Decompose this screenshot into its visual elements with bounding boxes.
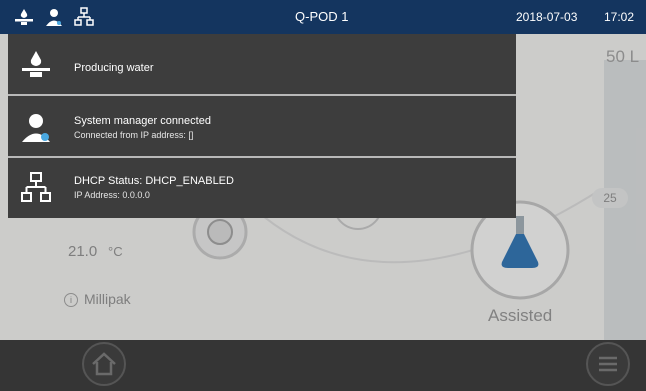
notification-dropdown: Producing water System manager connected… bbox=[8, 34, 516, 218]
user-icon[interactable] bbox=[44, 7, 64, 27]
notification-item-manager[interactable]: System manager connected Connected from … bbox=[8, 98, 516, 158]
menu-icon bbox=[599, 356, 617, 372]
status-icons bbox=[14, 7, 94, 27]
time-display: 17:02 bbox=[604, 10, 635, 24]
device-name: Q-POD 1 bbox=[295, 9, 349, 24]
notification-subtitle: Connected from IP address: [] bbox=[74, 130, 194, 140]
water-dispense-icon bbox=[22, 51, 50, 77]
notification-item-water[interactable]: Producing water bbox=[8, 36, 516, 96]
status-bar: Q-POD 1 2018-07-03 17:02 bbox=[0, 0, 646, 34]
menu-button[interactable] bbox=[586, 342, 630, 386]
bottom-nav bbox=[0, 340, 646, 391]
network-icon bbox=[21, 172, 51, 202]
home-button[interactable] bbox=[82, 342, 126, 386]
date-display: 2018-07-03 bbox=[516, 10, 578, 24]
notification-title: System manager connected bbox=[74, 115, 211, 127]
notification-subtitle: IP Address: 0.0.0.0 bbox=[74, 190, 150, 200]
notification-title: Producing water bbox=[74, 62, 154, 74]
home-icon bbox=[92, 352, 116, 376]
network-icon[interactable] bbox=[74, 7, 94, 27]
notification-item-dhcp[interactable]: DHCP Status: DHCP_ENABLED IP Address: 0.… bbox=[8, 158, 516, 218]
water-dispense-icon[interactable] bbox=[14, 7, 34, 27]
user-icon bbox=[22, 114, 50, 142]
notification-title: DHCP Status: DHCP_ENABLED bbox=[74, 175, 234, 187]
screen: 50 L 25 21.0 °C i Millipak Assisted Q-PO… bbox=[0, 0, 646, 391]
